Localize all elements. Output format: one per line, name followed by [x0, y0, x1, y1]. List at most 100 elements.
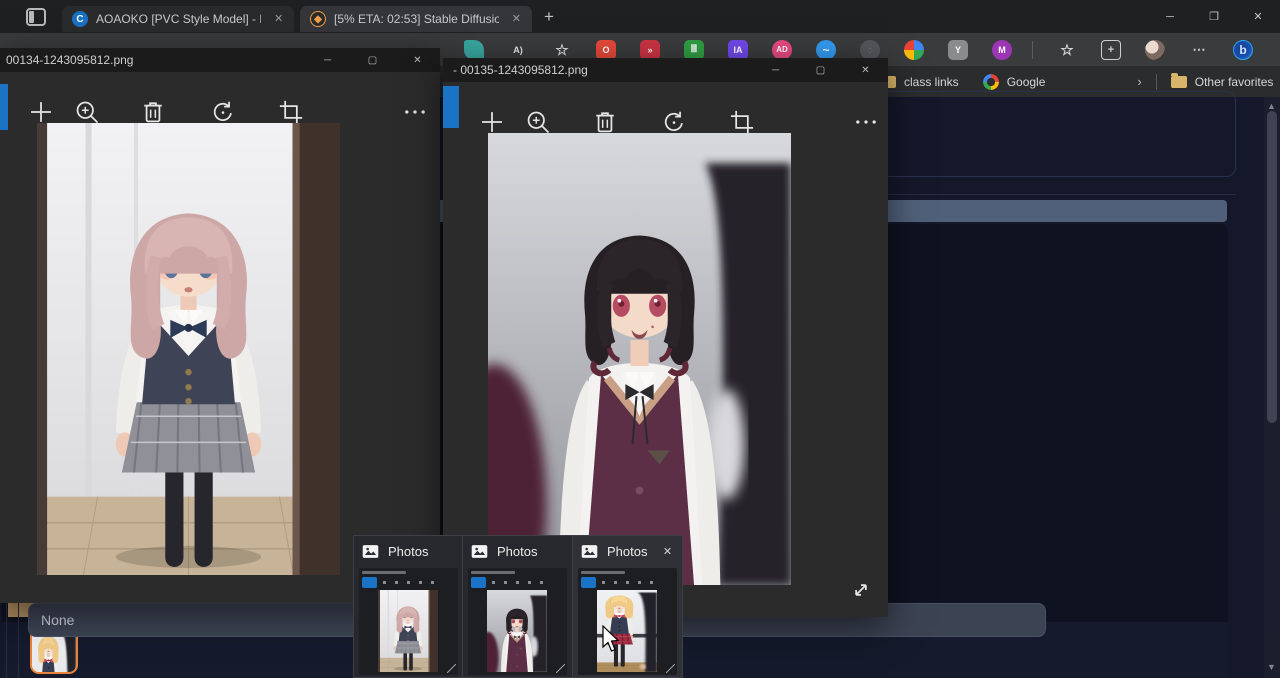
folder-icon	[1171, 76, 1187, 88]
favorite-label: Google	[1007, 75, 1046, 89]
delete-button[interactable]	[139, 98, 167, 126]
preview-mini-window[interactable]	[468, 568, 567, 675]
maximize-button[interactable]: ▢	[798, 58, 843, 82]
browser-tab-civitai[interactable]: C AOAOKO [PVC Style Model] - PV ✕	[62, 6, 294, 32]
close-button[interactable]: ✕	[1236, 0, 1280, 33]
extension-icon-7[interactable]: ~	[816, 40, 836, 60]
photos1-title-bar[interactable]: 00134-1243095812.png ─ ▢ ✕	[0, 48, 440, 72]
favorites-star-icon[interactable]: ☆	[552, 40, 572, 60]
mini-photo	[378, 590, 438, 672]
rotate-button[interactable]	[660, 108, 688, 136]
preview-header: Photos	[354, 536, 462, 566]
other-favorites[interactable]: Other favorites	[1171, 75, 1274, 89]
photos-window-2: - 00135-1243095812.png ─ ▢ ✕	[443, 58, 888, 617]
taskbar-preview-photos-2[interactable]: Photos	[463, 535, 573, 678]
favorite-label: class links	[904, 75, 959, 89]
desktop: C AOAOKO [PVC Style Model] - PV ✕ ◆ [5% …	[0, 0, 1280, 678]
favorites-hub-icon[interactable]: ☆	[1057, 40, 1077, 60]
fullscreen-expand-icon[interactable]	[848, 577, 874, 603]
tab-label: AOAOKO [PVC Style Model] - PV	[96, 12, 261, 26]
mini-toolbar-icons	[383, 581, 443, 584]
other-favorites-label: Other favorites	[1195, 75, 1274, 89]
tab-close-icon[interactable]: ✕	[271, 11, 286, 27]
photo-image-00135[interactable]	[488, 133, 791, 585]
zoom-button[interactable]	[524, 108, 552, 136]
rotate-button[interactable]	[209, 98, 237, 126]
script-dropdown-value: None	[41, 612, 74, 628]
scrollbar-thumb[interactable]	[1267, 111, 1277, 423]
more-options-button[interactable]	[401, 98, 429, 126]
google-icon	[983, 74, 999, 90]
close-button[interactable]: ✕	[395, 48, 440, 72]
taskbar-preview-photos-1[interactable]: Photos	[353, 535, 463, 678]
photos-app-icon	[471, 544, 488, 559]
minimize-button[interactable]: ─	[1148, 0, 1192, 33]
mouse-cursor	[601, 625, 621, 655]
minimize-button[interactable]: ─	[305, 48, 350, 72]
preview-app-label: Photos	[607, 544, 647, 559]
photos2-title: - 00135-1243095812.png	[443, 63, 588, 77]
restore-button[interactable]: ❐	[1192, 0, 1236, 33]
favorite-google[interactable]: Google	[983, 74, 1046, 90]
new-tab-button[interactable]: +	[544, 7, 554, 27]
civitai-favicon: C	[72, 11, 88, 27]
extension-icon-4[interactable]: »	[640, 40, 660, 60]
adblock-icon[interactable]: AD	[772, 40, 792, 60]
extension-icon-10[interactable]: M	[992, 40, 1012, 60]
sd-panel-line	[18, 597, 19, 678]
photos2-window-controls: ─ ▢ ✕	[753, 58, 888, 82]
photo-image-00134[interactable]	[37, 123, 340, 575]
extension-icon-8[interactable]: ◌	[860, 40, 880, 60]
preview-app-label: Photos	[497, 544, 537, 559]
extension-icon-1[interactable]	[464, 40, 484, 60]
chevron-right-icon[interactable]: ›	[1137, 74, 1141, 89]
scroll-up-icon[interactable]: ▲	[1267, 101, 1276, 111]
gradio-favicon: ◆	[310, 11, 326, 27]
profile-avatar[interactable]	[1145, 40, 1165, 60]
browser-tab-stable-diffusion[interactable]: ◆ [5% ETA: 02:53] Stable Diffusion ✕	[300, 6, 532, 32]
preview-mini-window[interactable]	[578, 568, 677, 675]
extension-icon-5[interactable]: Ⅲ	[684, 40, 704, 60]
delete-button[interactable]	[591, 108, 619, 136]
photos2-title-bar[interactable]: - 00135-1243095812.png ─ ▢ ✕	[443, 58, 888, 82]
collections-icon[interactable]: +	[1101, 40, 1121, 60]
see-all-photos-button[interactable]	[443, 86, 459, 128]
preview-header: Photos	[463, 536, 572, 566]
globe-icon[interactable]	[904, 40, 924, 60]
crop-button[interactable]	[728, 108, 756, 136]
see-all-photos-button[interactable]	[0, 84, 8, 130]
mini-see-all-photos-button	[362, 577, 377, 588]
mini-photo	[487, 590, 547, 672]
crop-button[interactable]	[277, 98, 305, 126]
sd-panel-line	[6, 597, 7, 678]
preview-close-icon[interactable]: ✕	[658, 542, 677, 561]
add-to-button[interactable]	[478, 108, 506, 136]
mini-toolbar-icons	[602, 581, 662, 584]
tab-layout-icon[interactable]	[26, 8, 46, 26]
page-scrollbar[interactable]: ▲ ▼	[1264, 97, 1280, 678]
mini-toolbar-icons	[492, 581, 552, 584]
scroll-down-icon[interactable]: ▼	[1267, 662, 1276, 672]
add-to-button[interactable]	[27, 98, 55, 126]
extension-icon-6[interactable]: IA	[728, 40, 748, 60]
settings-dots-icon[interactable]: ⋯	[1189, 40, 1209, 60]
taskbar-preview-flyout: Photos Photos	[353, 535, 683, 678]
preview-app-label: Photos	[388, 544, 428, 559]
zoom-button[interactable]	[73, 98, 101, 126]
extension-icon-9[interactable]: Y	[948, 40, 968, 60]
favbar-divider	[1156, 74, 1157, 90]
mini-resize-handle	[447, 664, 456, 673]
favorite-class-links[interactable]: class links	[880, 75, 959, 89]
preview-mini-window[interactable]	[359, 568, 458, 675]
more-options-button[interactable]	[852, 108, 880, 136]
maximize-button[interactable]: ▢	[350, 48, 395, 72]
extension-icon-3[interactable]: O	[596, 40, 616, 60]
close-button[interactable]: ✕	[843, 58, 888, 82]
taskbar-preview-photos-3[interactable]: Photos ✕	[573, 535, 683, 678]
bing-chat-icon[interactable]: b	[1233, 40, 1253, 60]
tab-close-icon[interactable]: ✕	[509, 11, 524, 27]
minimize-button[interactable]: ─	[753, 58, 798, 82]
toolbar-divider	[1032, 41, 1033, 59]
photos-app-icon	[362, 544, 379, 559]
extension-icon-2[interactable]: A)	[508, 40, 528, 60]
